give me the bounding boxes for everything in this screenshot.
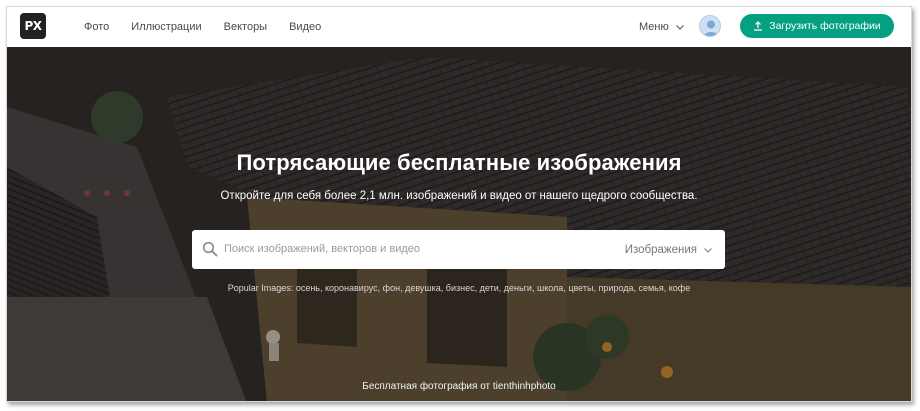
browser-frame: PX Фото Иллюстрации Векторы Видео Меню З… (6, 6, 912, 402)
avatar-icon (703, 20, 719, 36)
hero-section: Потрясающие бесплатные изображения Откро… (7, 47, 911, 401)
popular-tag[interactable]: девушка (405, 283, 441, 293)
menu-label: Меню (639, 21, 669, 33)
popular-tag[interactable]: коронавирус (325, 283, 378, 293)
popular-tag[interactable]: осень (296, 283, 320, 293)
search-type-label: Изображения (624, 243, 697, 256)
popular-tag[interactable]: бизнес (446, 283, 475, 293)
logo[interactable]: PX (20, 13, 46, 39)
hero-title: Потрясающие бесплатные изображения (236, 150, 682, 175)
search-icon[interactable] (202, 241, 218, 257)
popular-tag-list: осень, коронавирус, фон, девушка, бизнес… (295, 283, 691, 293)
main-nav: Фото Иллюстрации Векторы Видео (84, 7, 343, 47)
photo-credit[interactable]: Бесплатная фотография от tienthinhphoto (7, 381, 911, 392)
search-type-dropdown[interactable]: Изображения (625, 230, 713, 269)
nav-item-photo[interactable]: Фото (84, 21, 109, 33)
popular-tag[interactable]: дети (480, 283, 499, 293)
popular-tag[interactable]: фон (383, 283, 400, 293)
top-header: PX Фото Иллюстрации Векторы Видео Меню З… (7, 7, 911, 47)
upload-label: Загрузить фотографии (769, 20, 881, 32)
nav-item-illustrations[interactable]: Иллюстрации (131, 21, 201, 33)
popular-tag[interactable]: природа (598, 283, 633, 293)
hero-overlay (7, 47, 911, 401)
popular-tag[interactable]: семья (638, 283, 663, 293)
avatar[interactable] (699, 15, 721, 37)
popular-tag[interactable]: школа (537, 283, 563, 293)
search-bar: Изображения (192, 230, 725, 269)
popular-tags: Popular Images: осень, коронавирус, фон,… (7, 283, 911, 293)
popular-tag[interactable]: цветы (568, 283, 593, 293)
chevron-down-icon (704, 247, 712, 253)
popular-tag[interactable]: кофе (669, 283, 690, 293)
upload-photos-button[interactable]: Загрузить фотографии (740, 14, 894, 38)
hero-subtitle: Откройте для себя более 2,1 млн. изображ… (220, 190, 698, 202)
popular-prefix: Popular Images: (227, 283, 294, 293)
menu-dropdown[interactable]: Меню (639, 7, 685, 47)
popular-tag[interactable]: деньги (504, 283, 532, 293)
search-input[interactable] (224, 238, 604, 260)
upload-icon (754, 21, 763, 31)
chevron-down-icon (675, 25, 684, 30)
nav-item-vectors[interactable]: Векторы (224, 21, 267, 33)
nav-item-video[interactable]: Видео (289, 21, 321, 33)
